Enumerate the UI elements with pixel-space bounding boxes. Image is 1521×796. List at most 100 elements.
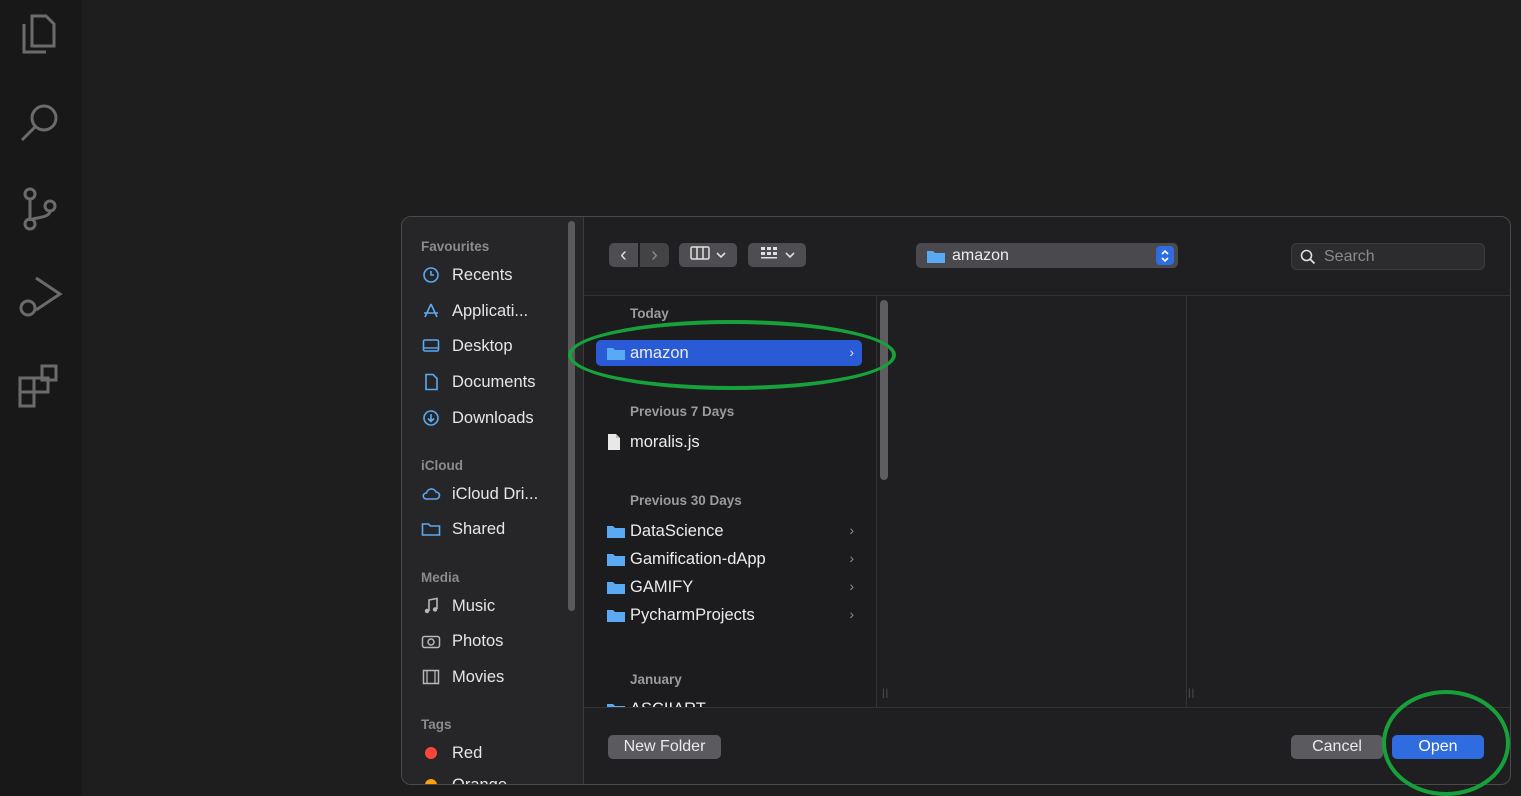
browser-column-3 xyxy=(1206,296,1506,708)
sidebar-item-label: Photos xyxy=(452,631,504,650)
red-tag-icon xyxy=(420,742,442,764)
grid-icon xyxy=(759,245,779,266)
sidebar-item-icloud-drive[interactable]: iCloud Dri... xyxy=(420,479,570,509)
group-header-today: Today xyxy=(630,306,669,321)
chevron-right-icon: › xyxy=(849,344,854,360)
list-item-moralis-js[interactable]: moralis.js xyxy=(596,429,862,455)
dialog-sidebar: Favourites Recents Applicati... Desktop … xyxy=(402,217,584,784)
group-header-january: January xyxy=(630,672,682,687)
list-item-amazon[interactable]: amazon › xyxy=(596,340,862,366)
group-header-previous-30-days: Previous 30 Days xyxy=(630,493,742,508)
sidebar-item-shared[interactable]: Shared xyxy=(420,514,570,544)
sidebar-item-label: Orange xyxy=(452,775,508,785)
list-item-gamification-dapp[interactable]: Gamification-dApp › xyxy=(596,546,862,572)
sidebar-item-applications[interactable]: Applicati... xyxy=(420,296,570,326)
file-icon xyxy=(606,433,626,451)
sidebar-item-tag-red[interactable]: Red xyxy=(420,738,570,768)
item-name: GAMIFY xyxy=(630,577,694,596)
search-input[interactable] xyxy=(1322,246,1476,267)
desktop-icon xyxy=(420,335,442,357)
sidebar-item-label: Movies xyxy=(452,667,505,686)
folder-icon xyxy=(606,522,626,540)
item-name: amazon xyxy=(630,343,689,362)
browser-column-2: || xyxy=(896,296,1194,708)
camera-icon xyxy=(420,630,442,652)
explorer-icon[interactable] xyxy=(14,8,66,60)
new-folder-button[interactable]: New Folder xyxy=(608,735,721,759)
search-icon xyxy=(1300,249,1316,265)
list-item-pycharmprojects[interactable]: PycharmProjects › xyxy=(596,602,862,628)
film-icon xyxy=(420,666,442,688)
cancel-button[interactable]: Cancel xyxy=(1291,735,1383,759)
dialog-footer: New Folder Cancel Open xyxy=(584,707,1510,784)
list-item-gamify[interactable]: GAMIFY › xyxy=(596,574,862,600)
item-name: PycharmProjects xyxy=(630,605,755,624)
column-resize-handle[interactable]: || xyxy=(1188,688,1195,699)
chevron-down-icon xyxy=(716,246,726,264)
chevron-right-icon: › xyxy=(849,550,854,566)
sidebar-item-label: Downloads xyxy=(452,408,534,427)
sidebar-item-label: iCloud Dri... xyxy=(452,484,539,503)
item-name: DataScience xyxy=(630,521,724,540)
search-field[interactable] xyxy=(1291,243,1485,270)
sidebar-section-media: Media xyxy=(421,570,460,585)
sidebar-item-label: Red xyxy=(452,743,483,762)
back-button[interactable]: ‹ xyxy=(609,243,638,267)
chevron-right-icon: › xyxy=(849,522,854,538)
location-popup[interactable]: amazon xyxy=(916,243,1178,268)
chevron-right-icon: › xyxy=(849,578,854,594)
extensions-icon[interactable] xyxy=(14,360,66,412)
folder-icon xyxy=(606,344,626,362)
run-debug-icon[interactable] xyxy=(14,270,66,322)
clock-icon xyxy=(420,264,442,286)
open-file-dialog: Favourites Recents Applicati... Desktop … xyxy=(401,216,1511,785)
shared-folder-icon xyxy=(420,518,442,540)
folder-icon xyxy=(606,578,626,596)
sidebar-item-movies[interactable]: Movies xyxy=(420,662,570,692)
group-by-button[interactable] xyxy=(748,243,806,267)
folder-icon xyxy=(606,550,626,568)
column-browser: Today amazon › Previous 7 Days moralis.j… xyxy=(584,295,1510,708)
search-icon[interactable] xyxy=(14,96,66,148)
sidebar-item-documents[interactable]: Documents xyxy=(420,367,570,397)
item-name: Gamification-dApp xyxy=(630,549,766,568)
sidebar-item-photos[interactable]: Photos xyxy=(420,626,570,656)
dialog-toolbar: ‹ › amazon xyxy=(584,217,1510,295)
group-header-previous-7-days: Previous 7 Days xyxy=(630,404,735,419)
orange-tag-icon xyxy=(420,774,442,784)
columns-view-icon xyxy=(690,245,710,265)
sidebar-item-recents[interactable]: Recents xyxy=(420,260,570,290)
sidebar-item-desktop[interactable]: Desktop xyxy=(420,331,570,361)
sidebar-item-tag-orange[interactable]: Orange xyxy=(420,770,570,785)
music-icon xyxy=(420,595,442,617)
sidebar-item-label: Shared xyxy=(452,519,506,538)
open-button[interactable]: Open xyxy=(1392,735,1484,759)
sidebar-section-tags: Tags xyxy=(421,717,452,732)
item-name: moralis.js xyxy=(630,432,700,451)
folder-icon xyxy=(606,606,626,624)
sidebar-section-icloud: iCloud xyxy=(421,458,463,473)
column-resize-handle[interactable]: || xyxy=(882,688,889,699)
popup-stepper-icon xyxy=(1156,246,1174,265)
chevron-right-icon: › xyxy=(849,606,854,622)
applications-icon xyxy=(420,300,442,322)
sidebar-scrollbar[interactable] xyxy=(568,221,575,611)
sidebar-item-label: Recents xyxy=(452,265,513,284)
sidebar-item-music[interactable]: Music xyxy=(420,591,570,621)
source-control-icon[interactable] xyxy=(14,182,66,234)
view-mode-button[interactable] xyxy=(679,243,737,267)
sidebar-item-downloads[interactable]: Downloads xyxy=(420,403,570,433)
activity-bar xyxy=(0,0,82,796)
column-scrollbar[interactable] xyxy=(880,300,888,480)
chevron-down-icon xyxy=(785,246,795,264)
list-item-datascience[interactable]: DataScience › xyxy=(596,518,862,544)
forward-button[interactable]: › xyxy=(640,243,669,267)
location-label: amazon xyxy=(952,246,1009,264)
sidebar-item-label: Documents xyxy=(452,372,536,391)
browser-column-1: Today amazon › Previous 7 Days moralis.j… xyxy=(584,296,888,708)
sidebar-item-label: Desktop xyxy=(452,336,513,355)
cloud-icon xyxy=(420,483,442,505)
sidebar-item-label: Music xyxy=(452,596,496,615)
document-icon xyxy=(420,371,442,393)
sidebar-item-label: Applicati... xyxy=(452,301,529,320)
